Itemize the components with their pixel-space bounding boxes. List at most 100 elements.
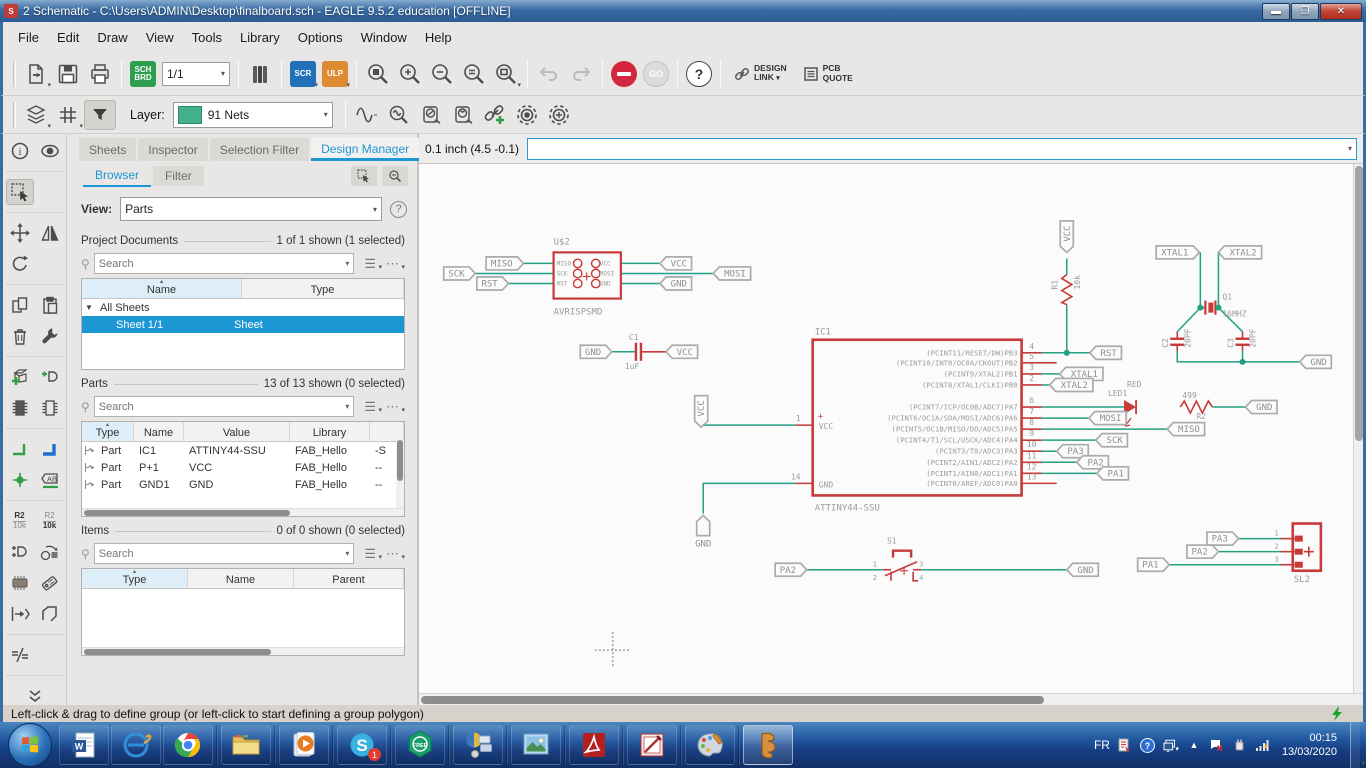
taskbar-acrobat-icon[interactable] [569,725,619,765]
copy-tool[interactable] [6,292,34,318]
new-document-button[interactable]: ▾ [20,58,52,90]
paste-tool[interactable] [36,292,64,318]
part-fill[interactable] [1294,535,1303,542]
parts-column-extra[interactable] [370,422,404,441]
package-dip-icon[interactable] [36,395,64,421]
parts-column-Name[interactable]: Name [134,422,184,441]
taskbar-freemake-icon[interactable]: FREE [395,725,445,765]
taskbar-eagle-icon[interactable] [743,725,793,765]
redo-button[interactable] [565,58,597,90]
run-ulp-button[interactable]: ULP ▾ [319,58,351,90]
tray-hidden-icons-arrow[interactable]: ▲ [1186,737,1202,753]
taskbar-word-icon[interactable]: W [59,725,109,765]
close-button[interactable]: ✕ [1320,2,1362,20]
pad[interactable] [572,258,583,269]
start-button[interactable] [8,723,52,767]
parts-column-Type[interactable]: ▴ Type [82,422,134,441]
parts-column-Library[interactable]: Library [290,422,370,441]
view-select[interactable]: Parts ▾ [120,197,382,221]
save-button[interactable] [52,58,84,90]
delete-tool[interactable] [6,323,34,349]
list-view-icon[interactable]: ☰ ▾ [364,256,382,272]
taskbar-explorer-icon[interactable] [221,725,271,765]
bus-tool[interactable]: ▾ [36,436,1365,767]
parts-row-GND1[interactable]: Part GND1 GND FAB_Hello -- [82,476,404,493]
junction-tool[interactable] [6,467,34,493]
zoom-redraw-button[interactable]: ▾ [490,58,522,90]
tray-help-icon[interactable]: ? [1140,737,1156,753]
schematic-canvas[interactable]: MISO SCK RST VCC MOSI GND GND VCC RST XTAL1 XTAL2 M… [419,164,1363,693]
run-script-button[interactable]: SCR ▾ [287,58,319,90]
net-tool[interactable] [6,436,34,462]
part-fill[interactable] [1294,548,1303,555]
simulate-button[interactable] [351,99,383,131]
toolbar-handle[interactable] [13,60,16,87]
menu-window[interactable]: Window [352,26,416,49]
menu-draw[interactable]: Draw [88,26,136,49]
tab-filter[interactable]: Filter [153,166,204,186]
taskbar-mediaplayer-icon[interactable] [279,725,329,765]
rotate-tool[interactable] [6,251,34,277]
label-tool[interactable]: AB [36,467,64,493]
zoom-fit-button[interactable] [362,58,394,90]
junction[interactable] [1239,358,1246,365]
menu-edit[interactable]: Edit [48,26,88,49]
pad[interactable] [572,278,583,289]
canvas-horizontal-scrollbar[interactable] [419,693,1363,705]
parts-row-P+1[interactable]: Part P+1 VCC FAB_Hello -- [82,459,404,476]
more-options-icon[interactable]: ⋯ ▾ [386,256,405,272]
tray-action-center-icon[interactable] [1209,737,1225,753]
items-search-input[interactable] [98,547,346,560]
go-button[interactable]: GO [640,58,672,90]
command-dropdown-icon[interactable]: ▾ [1348,144,1352,153]
zoom-in-button[interactable] [394,58,426,90]
invoke-tool[interactable] [6,539,34,565]
more-tools-chevron[interactable] [6,683,64,705]
menu-view[interactable]: View [137,26,183,49]
net-flag[interactable] [695,514,711,537]
toolbar-handle-2[interactable] [13,101,16,128]
part-wire[interactable] [891,549,913,558]
items-column-Name[interactable]: Name [188,569,294,588]
all-sheets-row[interactable]: ▼ All Sheets [82,299,404,316]
sheet-row[interactable]: Sheet 1/1 Sheet [82,316,404,333]
tab-selection-filter[interactable]: Selection Filter [209,138,310,161]
probe-button[interactable] [383,99,415,131]
restore-button[interactable]: ❐ [1291,2,1319,20]
list-view-icon[interactable]: ☰ ▾ [364,399,382,415]
pcb-quote-button[interactable]: PCB QUOTE [795,58,861,90]
show-desktop-button[interactable] [1350,722,1360,768]
part-fill[interactable] [1294,561,1303,568]
name-tool[interactable]: R2 10k [6,508,34,534]
zoom-out-button[interactable] [426,58,458,90]
info-tool[interactable]: i [6,138,34,164]
zoom-select-button[interactable] [458,58,490,90]
smash-tool[interactable]: ▾ [36,539,1365,767]
show-tool[interactable] [36,138,64,164]
zoom-selection-button[interactable] [382,166,408,186]
library-button[interactable] [244,58,276,90]
tray-language-label[interactable]: FR [1094,738,1110,752]
tab-inspector[interactable]: Inspector [138,138,208,161]
voltmeter-button[interactable] [415,99,447,131]
tray-power-plug-icon[interactable] [1232,737,1248,753]
tray-window-icon[interactable]: ▾ [1163,737,1179,753]
settings-gear-button[interactable] [511,99,543,131]
net-wire[interactable] [1176,350,1300,363]
add-part-tool[interactable] [6,364,34,390]
polygon-tool[interactable] [36,601,64,627]
move-tool[interactable] [6,220,34,246]
grid-button[interactable]: ▾ [52,99,84,131]
command-line[interactable]: ▾ [527,137,1357,160]
design-link-button[interactable]: DESIGN LINK ▾ [726,58,795,90]
tab-design-manager[interactable]: Design Manager [311,137,420,161]
menu-file[interactable]: File [9,26,48,49]
parts-search-input[interactable] [98,400,346,413]
taskbar-chrome-icon[interactable] [163,725,213,765]
part-wire[interactable] [912,571,919,582]
stop-button[interactable] [608,58,640,90]
junction[interactable] [1063,349,1070,356]
part-fill[interactable] [1208,302,1214,313]
ammeter-button[interactable] [447,99,479,131]
menu-tools[interactable]: Tools [183,26,231,49]
